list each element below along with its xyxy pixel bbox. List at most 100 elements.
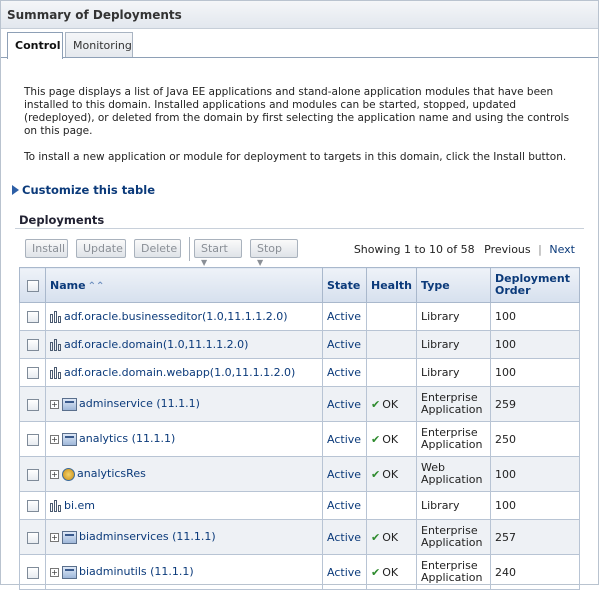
state-link[interactable]: Active xyxy=(327,531,361,544)
state-link[interactable]: Active xyxy=(327,338,361,351)
column-header-state[interactable]: State xyxy=(322,267,367,303)
table-row[interactable]: + biadminservices (11.1.1) Active ✔ OK Enterp… xyxy=(19,519,580,555)
sort-ascending-icon[interactable]: ⌃⌃ xyxy=(88,281,105,292)
deployment-name-link[interactable]: analyticsRes xyxy=(77,467,146,480)
column-header-health[interactable]: Health xyxy=(366,267,417,303)
select-all-checkbox[interactable] xyxy=(26,279,39,292)
table-header-row: Name ⌃⌃ State Health Type Deployment Orde… xyxy=(19,267,580,303)
deployment-name-link[interactable]: adf.oracle.businesseditor(1.0,11.1.1.2.0… xyxy=(64,310,288,323)
deployment-order-cell: 100 xyxy=(490,491,580,520)
deployment-name-link[interactable]: analytics (11.1.1) xyxy=(79,432,175,445)
state-cell: Active xyxy=(322,554,367,590)
health-value: OK xyxy=(382,467,399,481)
tab-control[interactable]: Control xyxy=(7,32,63,59)
deployment-name-link[interactable]: biadminservices (11.1.1) xyxy=(79,530,216,543)
type-cell: Library xyxy=(416,358,491,387)
type-cell: Web Application xyxy=(416,456,491,492)
expand-icon[interactable]: + xyxy=(50,434,59,444)
table-row[interactable]: + adminservice (11.1.1) Active ✔ OK Enterpris… xyxy=(19,386,580,422)
state-link[interactable]: Active xyxy=(327,433,361,446)
check-icon: ✔ xyxy=(371,530,381,544)
column-header-name[interactable]: Name ⌃⌃ xyxy=(45,267,323,303)
customize-table-link[interactable]: Customize this table xyxy=(12,183,155,197)
column-header-deployment-order[interactable]: Deployment Order xyxy=(490,267,580,303)
deployment-name-link[interactable]: biadminutils (11.1.1) xyxy=(79,565,194,578)
table-row[interactable]: adf.oracle.businesseditor(1.0,11.1.1.2.0… xyxy=(19,302,580,331)
row-select-cell xyxy=(19,456,46,492)
state-link[interactable]: Active xyxy=(327,398,361,411)
state-cell: Active xyxy=(322,456,367,492)
check-icon: ✔ xyxy=(371,432,381,446)
deployments-table: Name ⌃⌃ State Health Type Deployment Orde… xyxy=(19,267,580,590)
delete-button[interactable]: Delete xyxy=(134,239,181,258)
row-select-cell xyxy=(19,519,46,555)
table-row[interactable]: + biadminutils (11.1.1) Active ✔ OK Enterpris… xyxy=(19,554,580,590)
check-icon: ✔ xyxy=(371,467,381,481)
state-link[interactable]: Active xyxy=(327,468,361,481)
health-cell: ✔ OK xyxy=(366,456,417,492)
row-checkbox[interactable] xyxy=(26,433,39,446)
row-checkbox[interactable] xyxy=(26,531,39,544)
name-header-label: Name xyxy=(50,278,86,292)
name-cell: + analyticsRes xyxy=(45,456,323,492)
name-cell: adf.oracle.domain.webapp(1.0,11.1.1.2.0) xyxy=(45,358,323,387)
table-row[interactable]: + analyticsRes Active ✔ OK Web Application 100 xyxy=(19,456,580,492)
state-link[interactable]: Active xyxy=(327,566,361,579)
next-link[interactable]: Next xyxy=(549,243,575,256)
state-link[interactable]: Active xyxy=(327,310,361,323)
type-cell: Enterprise Application xyxy=(416,386,491,422)
row-checkbox[interactable] xyxy=(26,468,39,481)
enterprise-app-icon xyxy=(62,432,77,446)
expand-icon[interactable]: + xyxy=(50,567,59,577)
table-row[interactable]: bi.em Active Library 100 xyxy=(19,491,580,520)
table-toolbar: Install Update Delete Start ▼ Stop ▼ Sho… xyxy=(25,237,580,267)
health-cell: ✔ OK xyxy=(366,519,417,555)
table-row[interactable]: adf.oracle.domain.webapp(1.0,11.1.1.2.0)… xyxy=(19,358,580,387)
row-checkbox[interactable] xyxy=(26,367,39,379)
row-select-cell xyxy=(19,491,46,520)
row-checkbox[interactable] xyxy=(26,566,39,579)
row-checkbox[interactable] xyxy=(26,398,39,411)
tab-monitoring[interactable]: Monitoring xyxy=(65,32,133,58)
install-button[interactable]: Install xyxy=(25,239,68,258)
state-cell: Active xyxy=(322,330,367,359)
customize-label: Customize this table xyxy=(22,183,155,197)
expand-triangle-icon xyxy=(12,185,19,195)
expand-icon[interactable]: + xyxy=(50,532,59,542)
previous-link[interactable]: Previous xyxy=(484,243,531,256)
stop-dropdown-button[interactable]: Stop ▼ xyxy=(250,239,298,267)
row-checkbox[interactable] xyxy=(26,311,39,323)
deployment-name-link[interactable]: adf.oracle.domain.webapp(1.0,11.1.1.2.0) xyxy=(64,366,295,379)
expand-icon[interactable]: + xyxy=(50,399,59,409)
table-row[interactable]: adf.oracle.domain(1.0,11.1.1.2.0) Active L… xyxy=(19,330,580,359)
name-cell: + biadminservices (11.1.1) xyxy=(45,519,323,555)
row-checkbox[interactable] xyxy=(26,339,39,351)
deployment-name-link[interactable]: bi.em xyxy=(64,499,95,512)
chevron-down-icon: ▼ xyxy=(201,258,208,267)
name-cell: adf.oracle.businesseditor(1.0,11.1.1.2.0… xyxy=(45,302,323,331)
state-link[interactable]: Active xyxy=(327,366,361,379)
health-value: OK xyxy=(382,565,399,579)
state-link[interactable]: Active xyxy=(327,499,361,512)
tab-divider xyxy=(1,57,598,58)
deployment-name-link[interactable]: adminservice (11.1.1) xyxy=(79,397,200,410)
deployment-name-link[interactable]: adf.oracle.domain(1.0,11.1.1.2.0) xyxy=(64,338,248,351)
health-cell xyxy=(366,358,417,387)
expand-icon[interactable]: + xyxy=(50,469,59,479)
deployments-panel: Summary of Deployments Control Monitorin… xyxy=(0,0,599,590)
column-header-type[interactable]: Type xyxy=(416,267,491,303)
state-cell: Active xyxy=(322,358,367,387)
update-button[interactable]: Update xyxy=(76,239,126,258)
state-cell: Active xyxy=(322,386,367,422)
deployment-order-cell: 250 xyxy=(490,421,580,457)
health-cell xyxy=(366,302,417,331)
row-select-cell xyxy=(19,421,46,457)
row-select-cell xyxy=(19,554,46,590)
row-checkbox[interactable] xyxy=(26,500,39,512)
table-row[interactable]: + analytics (11.1.1) Active ✔ OK Enterprise A… xyxy=(19,421,580,457)
health-cell: ✔ OK xyxy=(366,421,417,457)
name-cell: + analytics (11.1.1) xyxy=(45,421,323,457)
start-dropdown-button[interactable]: Start ▼ xyxy=(194,239,242,267)
name-cell: + biadminutils (11.1.1) xyxy=(45,554,323,590)
library-icon xyxy=(50,500,62,512)
